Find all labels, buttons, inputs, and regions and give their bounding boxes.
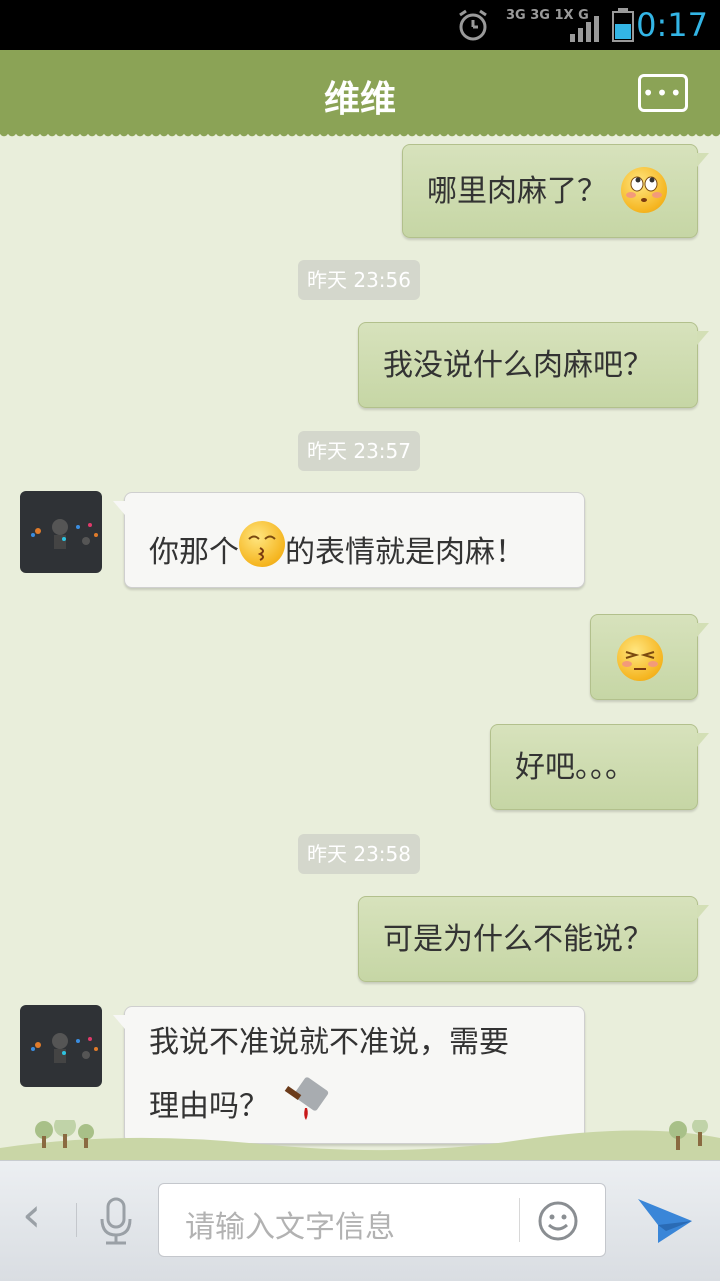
status-clock: 0:17	[636, 6, 708, 44]
message-text: 理由吗？	[149, 1089, 269, 1124]
message-text: 的表情就是肉麻！	[285, 535, 525, 570]
divider	[76, 1203, 77, 1237]
more-options-button[interactable]: •••	[638, 74, 688, 112]
message-outgoing[interactable]: 哪里肉麻了？	[402, 144, 709, 238]
timestamp: 昨天 23:57	[298, 431, 420, 471]
send-icon[interactable]	[636, 1193, 696, 1249]
message-text: 我没说什么肉麻吧？	[383, 348, 653, 383]
message-text: 你那个	[149, 535, 239, 570]
status-bar: 3G 3G 1X G 0:17	[0, 0, 720, 50]
message-text: 好吧。。。	[515, 750, 635, 785]
message-outgoing[interactable]: 好吧。。。	[490, 724, 709, 810]
signal-icon	[570, 16, 599, 42]
message-input[interactable]: 请输入文字信息	[158, 1183, 606, 1257]
message-input-placeholder: 请输入文字信息	[185, 1210, 395, 1245]
message-text: 可是为什么不能说？	[383, 922, 653, 957]
battery-icon	[612, 8, 634, 42]
contact-avatar[interactable]	[20, 1005, 102, 1087]
decorative-landscape	[0, 1120, 720, 1160]
message-text: 哪里肉麻了？	[427, 174, 607, 209]
rolling-eyes-emoji-icon	[620, 166, 667, 213]
more-dots-icon: •••	[642, 81, 684, 105]
contact-name: 维维	[323, 79, 396, 120]
timestamp: 昨天 23:56	[298, 260, 420, 300]
emoji-picker-icon[interactable]	[537, 1200, 579, 1242]
cleaver-emoji-icon	[284, 1076, 328, 1120]
message-list[interactable]: 哪里肉麻了？ 昨天 23:56 我没说什么肉麻吧？ 昨天 23:57 你那个 的…	[0, 134, 720, 1160]
message-outgoing[interactable]	[590, 614, 709, 700]
input-bar: ‹ 请输入文字信息	[0, 1160, 720, 1281]
chat-header: 维维 •••	[0, 50, 720, 140]
divider	[519, 1198, 520, 1242]
message-outgoing[interactable]: 我没说什么肉麻吧？	[358, 322, 709, 408]
message-text: 我说不准说就不准说，需要	[149, 1025, 509, 1060]
contact-avatar[interactable]	[20, 491, 102, 573]
back-chevron-button[interactable]: ‹	[22, 1191, 41, 1239]
alarm-icon	[459, 9, 487, 41]
timestamp: 昨天 23:58	[298, 834, 420, 874]
kiss-emoji-icon	[239, 520, 285, 567]
squint-emoji-icon	[617, 635, 663, 681]
microphone-icon[interactable]	[98, 1197, 134, 1247]
message-incoming[interactable]: 你那个 的表情就是肉麻！	[113, 492, 585, 588]
message-outgoing[interactable]: 可是为什么不能说？	[358, 896, 709, 982]
